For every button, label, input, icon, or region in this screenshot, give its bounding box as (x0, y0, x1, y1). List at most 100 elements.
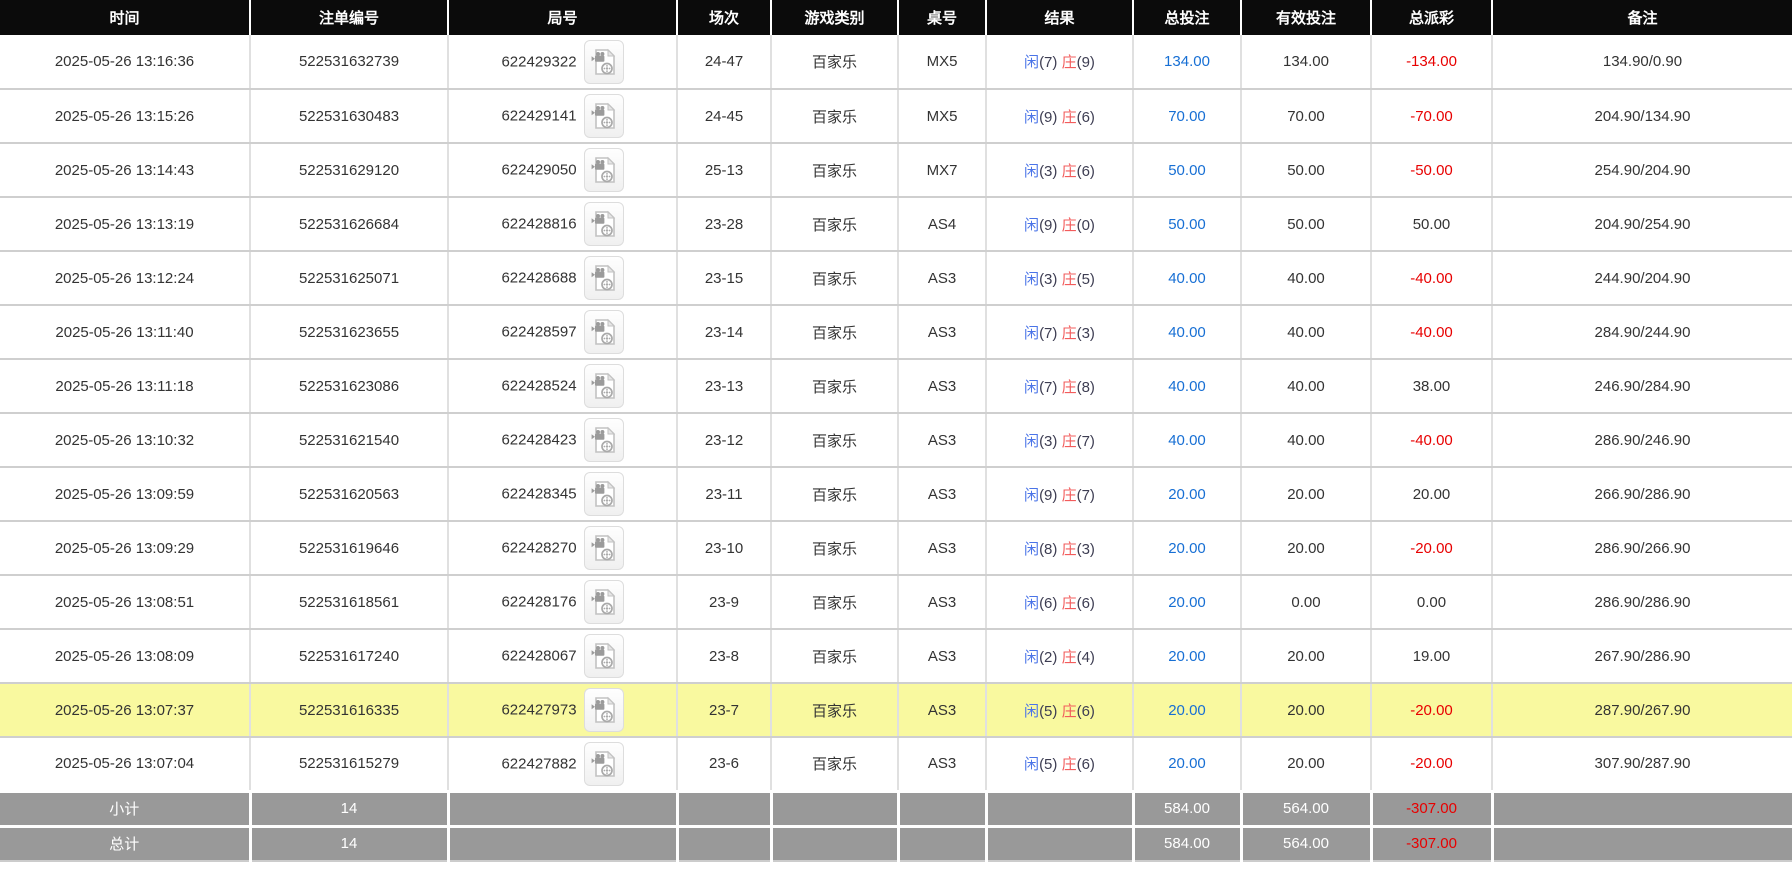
grand-total-row: 总计 14 584.00 564.00 -307.00 (0, 824, 1792, 862)
video-replay-button[interactable] (583, 741, 624, 786)
video-file-icon (591, 750, 615, 777)
cell-total-bet: 40.00 (1133, 359, 1242, 414)
video-replay-button[interactable] (583, 256, 624, 300)
cell-valid-bet: 40.00 (1241, 413, 1372, 468)
round-number-text: 622429050 (501, 161, 577, 179)
cell-bet-number: 522531618561 (250, 575, 449, 630)
table-header-row: 时间 注单编号 局号 场次 游戏类别 桌号 结果 总投注 有效投注 总派彩 备注 (0, 0, 1792, 35)
table-row[interactable]: 2025-05-26 13:14:43 522531629120 622429050… (0, 143, 1792, 198)
table-row[interactable]: 2025-05-26 13:12:24 522531625071 622428688… (0, 251, 1792, 306)
result-player-label: 闲 (1024, 216, 1040, 234)
cell-round-number: 622429141 (448, 89, 678, 144)
result-player-label: 闲 (1024, 270, 1040, 288)
cell-empty (448, 789, 679, 826)
table-row[interactable]: 2025-05-26 13:07:04 522531615279 622427882… (0, 737, 1792, 792)
table-row[interactable]: 2025-05-26 13:16:36 522531632739 622429322… (0, 35, 1792, 90)
result-banker-points: (6) (1076, 162, 1095, 180)
cell-total-bet: 20.00 (1133, 629, 1242, 684)
result-banker-points: (3) (1076, 324, 1095, 342)
result-player-points: (9) (1039, 108, 1058, 126)
cell-remark: 244.90/204.90 (1492, 251, 1792, 306)
video-file-icon (591, 264, 615, 291)
result-banker-points: (6) (1076, 108, 1095, 126)
result-banker-label: 庄 (1061, 702, 1077, 720)
result-banker-label: 庄 (1061, 54, 1077, 71)
cell-total-payout: -50.00 (1371, 143, 1493, 198)
result-banker-points: (8) (1076, 378, 1095, 396)
cell-session: 25-13 (677, 143, 772, 198)
video-replay-button[interactable] (583, 472, 624, 516)
cell-bet-number: 522531625071 (250, 251, 449, 306)
cell-result: 闲(8) 庄(3) (986, 521, 1134, 576)
video-replay-button[interactable] (583, 148, 624, 192)
cell-total-payout: -20.00 (1371, 521, 1493, 576)
cell-game-type: 百家乐 (771, 143, 899, 198)
video-file-icon (591, 48, 615, 75)
table-row[interactable]: 2025-05-26 13:13:19 522531626684 622428816… (0, 197, 1792, 252)
cell-result: 闲(7) 庄(9) (986, 35, 1134, 90)
result-player-points: (3) (1039, 270, 1058, 288)
cell-remark: 246.90/284.90 (1492, 359, 1792, 414)
cell-total-payout: -40.00 (1371, 251, 1493, 306)
result-banker-label: 庄 (1061, 540, 1077, 558)
cell-remark: 254.90/204.90 (1492, 143, 1792, 198)
cell-round-number: 622427973 (448, 683, 678, 738)
video-replay-button[interactable] (583, 202, 624, 246)
round-number-text: 622429141 (501, 107, 577, 125)
cell-game-type: 百家乐 (771, 251, 899, 306)
video-file-icon (591, 642, 615, 669)
video-replay-button[interactable] (583, 364, 624, 408)
video-replay-button[interactable] (583, 94, 624, 138)
table-row[interactable]: 2025-05-26 13:11:18 522531623086 622428524… (0, 359, 1792, 414)
cell-game-type: 百家乐 (771, 305, 899, 360)
cell-empty (898, 824, 988, 862)
table-row[interactable]: 2025-05-26 13:07:37 522531616335 622427973… (0, 683, 1792, 738)
round-number-text: 622428067 (501, 647, 577, 665)
video-replay-button[interactable] (583, 418, 624, 462)
video-replay-button[interactable] (583, 310, 624, 354)
table-row[interactable]: 2025-05-26 13:09:59 522531620563 622428345… (0, 467, 1792, 522)
cell-result: 闲(3) 庄(5) (986, 251, 1134, 306)
cell-time: 2025-05-26 13:07:37 (0, 683, 251, 738)
result-banker-points: (6) (1076, 756, 1095, 774)
video-replay-button[interactable] (583, 39, 624, 84)
cell-round-number: 622428688 (448, 251, 678, 306)
result-player-points: (2) (1039, 648, 1058, 666)
cell-remark: 204.90/134.90 (1492, 89, 1792, 144)
cell-valid-bet: 20.00 (1241, 521, 1372, 576)
table-row[interactable]: 2025-05-26 13:15:26 522531630483 622429141… (0, 89, 1792, 144)
result-banker-points: (5) (1076, 270, 1095, 288)
cell-bet-number: 522531629120 (250, 143, 449, 198)
result-banker-label: 庄 (1061, 756, 1077, 774)
video-replay-button[interactable] (583, 526, 624, 570)
cell-session: 23-28 (677, 197, 772, 252)
round-number-text: 622427973 (501, 701, 577, 719)
table-row[interactable]: 2025-05-26 13:08:51 522531618561 622428176… (0, 575, 1792, 630)
result-player-label: 闲 (1024, 162, 1040, 180)
cell-table-number: AS3 (898, 413, 987, 468)
video-file-icon (591, 696, 615, 723)
cell-round-number: 622429322 (448, 35, 678, 90)
cell-total-payout: 20.00 (1371, 467, 1493, 522)
cell-total-bet: 40.00 (1133, 413, 1242, 468)
cell-time: 2025-05-26 13:16:36 (0, 35, 251, 90)
cell-result: 闲(9) 庄(0) (986, 197, 1134, 252)
total-count: 14 (250, 824, 450, 862)
cell-remark: 287.90/267.90 (1492, 683, 1792, 738)
result-player-label: 闲 (1024, 702, 1040, 720)
table-row[interactable]: 2025-05-26 13:10:32 522531621540 622428423… (0, 413, 1792, 468)
result-banker-label: 庄 (1061, 648, 1077, 666)
result-player-points: (6) (1039, 594, 1058, 612)
table-row[interactable]: 2025-05-26 13:11:40 522531623655 622428597… (0, 305, 1792, 360)
video-replay-button[interactable] (583, 634, 624, 678)
table-body: 2025-05-26 13:16:36 522531632739 622429322… (0, 35, 1792, 792)
cell-round-number: 622428345 (448, 467, 678, 522)
video-replay-button[interactable] (583, 580, 624, 624)
total-label: 小计 (0, 789, 252, 826)
cell-time: 2025-05-26 13:10:32 (0, 413, 251, 468)
cell-remark: 286.90/266.90 (1492, 521, 1792, 576)
video-replay-button[interactable] (583, 688, 624, 732)
cell-remark: 267.90/286.90 (1492, 629, 1792, 684)
table-row[interactable]: 2025-05-26 13:09:29 522531619646 622428270… (0, 521, 1792, 576)
table-row[interactable]: 2025-05-26 13:08:09 522531617240 622428067… (0, 629, 1792, 684)
